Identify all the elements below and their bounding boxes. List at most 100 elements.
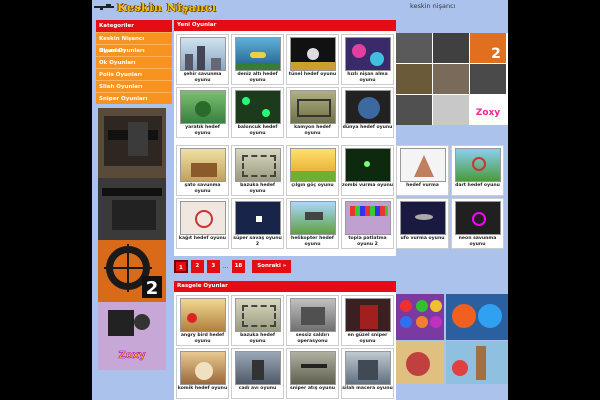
game-title: bazuka hedef oyunu — [240, 183, 275, 194]
game-card[interactable]: şato savunma oyunu — [176, 145, 229, 196]
game-card[interactable]: dünya hedef oyunu — [341, 87, 394, 138]
game-card[interactable]: silah macera oyunu — [341, 348, 394, 399]
game-card[interactable]: komik hedef oyunu — [176, 348, 229, 399]
game-thumbnail — [234, 201, 281, 235]
category-item[interactable]: Ok Oyunları — [96, 56, 172, 68]
game-card[interactable]: deniz altı hedef oyunu — [231, 34, 284, 85]
game-card[interactable]: helikopter hedef oyunu — [286, 198, 339, 249]
game-title: topla patlatma oyunu 2 — [348, 236, 387, 247]
game-title: çılgın göç oyunu — [291, 183, 334, 188]
game-thumbnail — [234, 37, 281, 71]
game-card[interactable]: en güzel sniper oyunu — [341, 295, 394, 346]
game-title: süper savaş oyunu 2 — [233, 236, 282, 247]
pagination-ellipsis: ... — [222, 263, 229, 270]
game-card[interactable]: baloncuk hedef oyunu — [231, 87, 284, 138]
game-card[interactable]: dart hedef oyunu — [451, 145, 504, 196]
category-item[interactable]: Polis Oyunları — [96, 68, 172, 80]
game-title: baloncuk hedef oyunu — [237, 125, 278, 136]
right-ad-banner-top[interactable]: 2 Zoxy — [396, 33, 508, 125]
categories-title: Kategoriler — [96, 20, 172, 32]
game-title: bazuka hedef oyunu — [240, 333, 275, 344]
game-thumbnail — [289, 37, 336, 71]
game-card[interactable]: sessiz saldırı operasyonu — [286, 295, 339, 346]
game-thumbnail — [179, 201, 226, 235]
game-title: sessiz saldırı operasyonu — [295, 333, 330, 344]
game-thumbnail — [179, 90, 226, 124]
rifle-icon — [94, 4, 114, 10]
page-button-3[interactable]: 3 — [206, 260, 220, 273]
game-card[interactable]: bazuka hedef oyunu — [231, 295, 284, 346]
game-card[interactable]: sniper atış oyunu — [286, 348, 339, 399]
game-thumbnail — [234, 148, 281, 182]
game-title: zombi vurma oyunu — [341, 183, 394, 188]
game-card[interactable]: tünel hedef oyunu — [286, 34, 339, 85]
game-title: komik hedef oyunu — [177, 386, 228, 391]
game-thumbnail — [344, 201, 391, 235]
game-title: ufo vurma oyunu — [400, 236, 445, 241]
left-ad-brand: Zoxy — [118, 350, 146, 361]
game-card[interactable]: hızlı nişan alma oyunu — [341, 34, 394, 85]
logo-text: Keskin Nişancı — [117, 0, 217, 14]
game-thumbnail — [454, 148, 501, 182]
game-card[interactable]: ufo vurma oyunu — [396, 198, 449, 249]
page-button-1[interactable]: 1 — [174, 260, 188, 273]
game-thumbnail — [289, 201, 336, 235]
site-logo[interactable]: Keskin Nişancı — [94, 0, 254, 14]
header: Keskin Nişancı keskin nişancı — [92, 0, 508, 14]
right-ad-banner-bottom[interactable] — [396, 294, 508, 384]
game-title: sniper atış oyunu — [289, 386, 335, 391]
game-card[interactable]: kağıt hedef oyunu — [176, 198, 229, 249]
game-title: tünel hedef oyunu — [288, 72, 337, 77]
left-ad-banner[interactable]: 2 Zoxy — [98, 108, 166, 370]
game-thumbnail — [234, 351, 281, 385]
game-thumbnail — [344, 298, 391, 332]
game-title: hedef vurma — [406, 183, 439, 188]
category-item[interactable]: Nişan Oyunları — [96, 44, 172, 56]
game-thumbnail — [399, 148, 446, 182]
game-title: hızlı nişan alma oyunu — [347, 72, 388, 83]
categories-menu: Kategoriler Keskin Nişancı Oyunları Nişa… — [96, 20, 172, 104]
game-title: kağıt hedef oyunu — [178, 236, 227, 241]
game-thumbnail — [289, 298, 336, 332]
new-games-title: Yeni Oyunlar — [174, 20, 396, 31]
game-title: neon savunma oyunu — [458, 236, 497, 247]
game-thumbnail — [179, 298, 226, 332]
random-games-panel: Rasgele Oyunlar angry bird hedef oyunu b… — [174, 281, 396, 400]
new-games-panel: Yeni Oyunlar şehir savunma oyunu deniz a… — [174, 20, 504, 256]
game-card[interactable]: angry bird hedef oyunu — [176, 295, 229, 346]
page-button-last[interactable]: 18 — [231, 260, 246, 273]
game-card[interactable]: yaratık hedef oyunu — [176, 87, 229, 138]
game-card[interactable]: cadı avı oyunu — [231, 348, 284, 399]
game-card[interactable]: bazuka hedef oyunu — [231, 145, 284, 196]
game-card[interactable]: kamyon hedef oyunu — [286, 87, 339, 138]
next-page-button[interactable]: Sonraki » — [252, 260, 292, 273]
category-item[interactable]: Sniper Oyunları — [96, 92, 172, 104]
game-thumbnail — [344, 37, 391, 71]
game-title: angry bird hedef oyunu — [180, 333, 225, 344]
new-games-grid: şehir savunma oyunu deniz altı hedef oyu… — [174, 31, 396, 141]
game-card[interactable]: şehir savunma oyunu — [176, 34, 229, 85]
game-card[interactable]: hedef vurma — [396, 145, 449, 196]
game-card[interactable]: zombi vurma oyunu — [341, 145, 394, 196]
game-card[interactable]: süper savaş oyunu 2 — [231, 198, 284, 249]
game-title: helikopter hedef oyunu — [291, 236, 334, 247]
game-card[interactable]: topla patlatma oyunu 2 — [341, 198, 394, 249]
game-title: şato savunma oyunu — [184, 183, 221, 194]
site-name: keskin nişancı — [410, 2, 456, 10]
random-games-grid: angry bird hedef oyunu bazuka hedef oyun… — [174, 292, 396, 400]
game-title: deniz altı hedef oyunu — [237, 72, 278, 83]
game-thumbnail — [344, 148, 391, 182]
right-ad-brand: Zoxy — [476, 108, 501, 118]
game-title: şehir savunma oyunu — [183, 72, 222, 83]
game-thumbnail — [344, 90, 391, 124]
game-thumbnail — [179, 148, 226, 182]
game-title: silah macera oyunu — [342, 386, 393, 391]
category-item[interactable]: Keskin Nişancı Oyunları — [96, 32, 172, 54]
page-button-2[interactable]: 2 — [190, 260, 204, 273]
game-card[interactable]: neon savunma oyunu — [451, 198, 504, 249]
right-ad-number: 2 — [491, 46, 501, 62]
game-title: kamyon hedef oyunu — [294, 125, 331, 136]
game-thumbnail — [234, 298, 281, 332]
game-card[interactable]: çılgın göç oyunu — [286, 145, 339, 196]
category-item[interactable]: Silah Oyunları — [96, 80, 172, 92]
